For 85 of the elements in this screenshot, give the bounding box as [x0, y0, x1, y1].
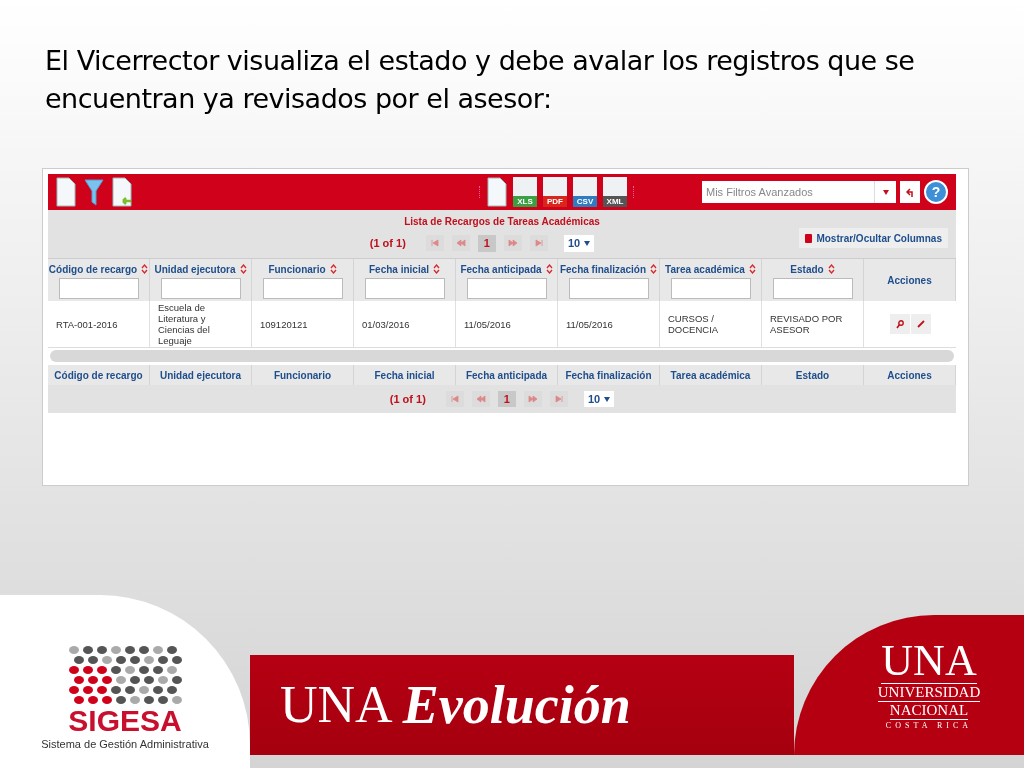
table-cell: CURSOS / DOCENCIA: [660, 301, 762, 347]
column-filter-field[interactable]: [466, 277, 547, 299]
column-label[interactable]: Unidad ejecutora: [154, 261, 236, 277]
sort-icon[interactable]: [748, 264, 756, 274]
slogan-una: UNA: [280, 679, 393, 731]
caret-icon: [584, 240, 591, 246]
undo-arrow-icon: [906, 187, 914, 197]
column-label[interactable]: Fecha anticipada: [460, 261, 542, 277]
page-summary: (1 of 1): [369, 236, 406, 251]
table-cell: 11/05/2016: [558, 301, 660, 347]
export-button[interactable]: XML: [603, 177, 627, 207]
sort-icon[interactable]: [329, 264, 337, 274]
sort-icon[interactable]: [650, 264, 658, 274]
table-cell: REVISADO POR ASESOR: [762, 301, 864, 347]
sort-icon[interactable]: [545, 264, 553, 274]
sigesa-subtitle: Sistema de Gestión Administrativa: [41, 736, 209, 752]
undo-button[interactable]: [900, 181, 920, 203]
previous-page-button[interactable]: [471, 391, 490, 407]
next-page-button[interactable]: [503, 235, 522, 252]
export-button[interactable]: CSV: [573, 177, 597, 207]
sort-icon[interactable]: [433, 264, 440, 274]
page-button[interactable]: 1: [477, 235, 496, 252]
column-label[interactable]: Código de recargo: [48, 261, 138, 277]
university-name-line: NACIONAL: [889, 701, 969, 720]
pager-arrow-icon: [533, 239, 544, 248]
pager-arrow-icon: [527, 395, 538, 403]
pager-arrow-icon: [455, 239, 466, 248]
sort-icon[interactable]: [827, 264, 835, 274]
document-import-icon[interactable]: [112, 177, 132, 207]
search-button[interactable]: [889, 314, 910, 334]
column-filter-field[interactable]: [364, 277, 445, 299]
column-filter-field[interactable]: [160, 277, 241, 299]
table-cell: RTA-001-2016: [48, 301, 150, 347]
university-name-line: UNIVERSIDAD: [877, 683, 981, 702]
column-label[interactable]: Tarea académica: [665, 261, 745, 277]
column-filter-field[interactable]: [568, 277, 649, 299]
column-filter-field[interactable]: [670, 277, 751, 299]
slogan-evolucion: Evolución: [402, 678, 631, 732]
pager-arrow-icon: [475, 395, 486, 403]
table-cell: 01/03/2016: [354, 301, 456, 347]
pager-arrow-icon: [553, 395, 564, 403]
magnifier-icon: [895, 319, 904, 329]
edit-button[interactable]: [910, 314, 931, 334]
pencil-icon: [916, 320, 925, 328]
first-page-button[interactable]: [445, 391, 464, 407]
sort-icon[interactable]: [239, 264, 247, 274]
caret-icon: [604, 396, 611, 402]
column-label[interactable]: Fecha inicial: [369, 261, 429, 277]
una-logo-text: UNA: [881, 638, 977, 684]
pager-arrow-icon: [449, 395, 460, 403]
page-summary: (1 of 1): [389, 391, 426, 407]
slide-heading: El Vicerrector visualiza el estado y debe avalar los registros que se encuentran ya revisados por el asesor:: [45, 44, 916, 116]
dropdown-button[interactable]: [874, 181, 896, 203]
export-button[interactable]: PDF: [543, 177, 567, 207]
caret-icon: [882, 189, 889, 195]
blank-document-icon[interactable]: [487, 177, 507, 207]
sigesa-name: SIGESA: [68, 705, 182, 736]
filter-icon[interactable]: [84, 177, 104, 207]
country-text: COSTA RICA: [885, 719, 973, 732]
next-page-button[interactable]: [523, 391, 542, 407]
column-filter-field[interactable]: [772, 277, 853, 299]
column-label[interactable]: Estado: [790, 261, 824, 277]
new-document-icon[interactable]: [56, 177, 76, 207]
column-label[interactable]: Fecha finalización: [559, 261, 647, 277]
sort-icon[interactable]: [141, 264, 149, 274]
column-label[interactable]: Acciones: [887, 272, 932, 288]
column-label[interactable]: Funcionario: [268, 261, 326, 277]
pager-arrow-icon: [507, 239, 518, 248]
filter-select-field[interactable]: Mis Filtros Avanzados: [702, 181, 874, 203]
table-cell: Escuela de Literatura y Ciencias del Leguaje: [150, 301, 252, 347]
table-cell: 109120121: [252, 301, 354, 347]
table-caption: Lista de Recargos de Tareas Académicas: [404, 215, 600, 229]
table-cell: 11/05/2016: [456, 301, 558, 347]
first-page-button[interactable]: [425, 235, 444, 252]
columns-toggle-button[interactable]: Mostrar/Ocultar Columnas: [799, 228, 948, 248]
previous-page-button[interactable]: [451, 235, 470, 252]
last-page-button[interactable]: [529, 235, 548, 252]
rows-per-page-select[interactable]: 10: [563, 235, 595, 252]
pager-arrow-icon: [429, 239, 440, 248]
rows-per-page-select[interactable]: 10: [583, 390, 615, 408]
last-page-button[interactable]: [549, 391, 568, 407]
column-filter-field[interactable]: [262, 277, 343, 299]
columns-icon: [805, 233, 813, 243]
page-button[interactable]: 1: [497, 390, 516, 408]
column-filter-field[interactable]: [58, 277, 139, 299]
